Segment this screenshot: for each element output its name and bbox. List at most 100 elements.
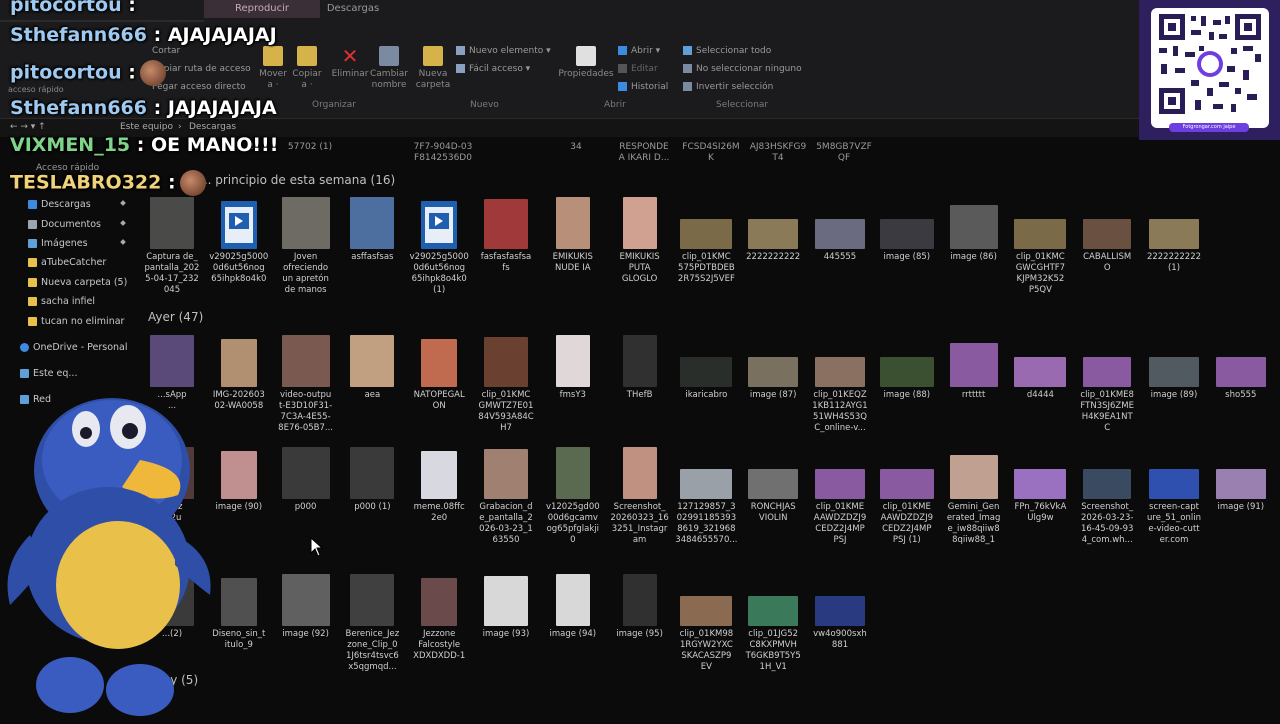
file-item[interactable]: IMG-202603 02-WA0058 bbox=[207, 333, 271, 412]
file-item[interactable]: FPn_76kVkA Ulg9w bbox=[1008, 445, 1072, 524]
file-item[interactable]: image (91) bbox=[1209, 445, 1273, 513]
file-item[interactable]: rrttttt bbox=[942, 333, 1006, 401]
file-item[interactable]: clip_01KMC 575PDTBDEB 2R75S2J5VEF bbox=[674, 195, 738, 285]
file-name: asffasfsas bbox=[351, 252, 394, 262]
file-item[interactable]: image (92) bbox=[274, 572, 338, 640]
file-item[interactable]: Screenshot_ 2026-03-23- 16-45-09-93 4_co… bbox=[1075, 445, 1139, 546]
file-item[interactable]: image (88) bbox=[875, 333, 939, 401]
file-name: clip_01KME8 FTN3SJ6ZME H4K9EA1NT C bbox=[1080, 390, 1134, 433]
breadcrumb-separator: › bbox=[178, 122, 182, 132]
file-item[interactable]: Grabacion_d e_pantalla_2 026-03-23_1 635… bbox=[474, 445, 538, 546]
file-item[interactable]: clip_01KME AAWDZDZJ9 CEDZ2J4MP PSJ (1) bbox=[875, 445, 939, 546]
group-header-semana[interactable]: ... principio de esta semana (16) bbox=[200, 173, 395, 187]
file-item[interactable]: video-outpu t-E3D10F31- 7C3A-4E55- 8E76-… bbox=[274, 333, 338, 434]
select-all-button[interactable]: Seleccionar todo bbox=[683, 45, 771, 57]
copy-to-button[interactable]: Copiar a · bbox=[290, 46, 324, 91]
open-button[interactable]: Abrir ▾ bbox=[618, 45, 660, 57]
file-item[interactable]: Captura de_ pantalla_202 5-04-17_232 045 bbox=[140, 195, 204, 296]
file-thumbnail bbox=[815, 596, 865, 626]
delete-button[interactable]: ✕ Eliminar bbox=[330, 46, 370, 80]
file-item[interactable]: clip_01KME8 FTN3SJ6ZME H4K9EA1NT C bbox=[1075, 333, 1139, 434]
file-item[interactable]: RONCHJAS VIOLIN bbox=[741, 445, 805, 524]
file-item[interactable]: image (90) bbox=[207, 445, 271, 513]
select-none-button[interactable]: No seleccionar ninguno bbox=[683, 63, 802, 75]
invert-selection-button[interactable]: Invertir selección bbox=[683, 81, 773, 93]
file-item[interactable]: 2222222222 bbox=[741, 195, 805, 263]
file-item[interactable]: image (87) bbox=[741, 333, 805, 401]
file-item[interactable]: clip_01KMC GWCGHTF7 KJPM32K52 P5QV bbox=[1008, 195, 1072, 296]
file-item[interactable]: ikaricabro bbox=[674, 333, 738, 401]
file-name: screen-capt ure_51_onlin e-video-cutt er… bbox=[1147, 502, 1201, 545]
file-item[interactable]: 445555 bbox=[808, 195, 872, 263]
new-folder-button[interactable]: Nueva carpeta bbox=[414, 46, 452, 91]
file-item[interactable]: screen-capt ure_51_onlin e-video-cutt er… bbox=[1142, 445, 1206, 546]
file-item[interactable]: image (86) bbox=[942, 195, 1006, 263]
file-item[interactable]: v29025g5000 0d6ut56nog 65ihpk8o4k0 (1) bbox=[407, 195, 471, 296]
edit-button[interactable]: Editar bbox=[618, 63, 658, 75]
file-item[interactable]: fmsY3 bbox=[541, 333, 605, 401]
sidebar-item-descargas[interactable]: Descargas bbox=[28, 199, 91, 210]
file-item[interactable]: aea bbox=[340, 333, 404, 401]
file-item[interactable]: p000 bbox=[274, 445, 338, 513]
file-item[interactable]: 2222222222 (1) bbox=[1142, 195, 1206, 274]
file-item[interactable]: Screenshot_ 20260323_16 3251_Instagr am bbox=[608, 445, 672, 546]
file-item[interactable]: v29025g5000 0d6ut56nog 65ihpk8o4k0 bbox=[207, 195, 271, 285]
tab-reproducir[interactable]: Reproducir bbox=[204, 0, 320, 18]
file-item[interactable]: clip_01KME AAWDZDZJ9 CEDZ2J4MP PSJ bbox=[808, 445, 872, 546]
easy-access-button[interactable]: Fácil acceso ▾ bbox=[456, 63, 530, 75]
file-item[interactable]: fasfasfasfsa fs bbox=[474, 195, 538, 274]
file-item[interactable]: image (94) bbox=[541, 572, 605, 640]
rename-button[interactable]: Cambiar nombre bbox=[370, 46, 408, 91]
edit-icon bbox=[618, 64, 627, 73]
sidebar-item-sacha[interactable]: sacha infiel bbox=[28, 296, 95, 307]
file-item[interactable]: Jezzone Falcostyle XDXDXDD-1 bbox=[407, 572, 471, 662]
file-item[interactable]: Diseno_sin_t itulo_9 bbox=[207, 572, 271, 651]
chat-message: Sthefann666 : JAJAJAJAJA bbox=[10, 97, 277, 119]
file-item[interactable]: image (95) bbox=[608, 572, 672, 640]
file-item[interactable]: clip_01KM98 1RGYW2YXC SKACASZP9 EV bbox=[674, 572, 738, 673]
sidebar-item-imagenes[interactable]: Imágenes bbox=[28, 238, 88, 249]
file-item[interactable]: vw4o900sxh 881 bbox=[808, 572, 872, 651]
file-item[interactable]: Berenice_Jez zone_Clip_0 1J6tsr4tsvc6 x5… bbox=[340, 572, 404, 673]
file-name: ikaricabro bbox=[685, 390, 728, 400]
file-item[interactable]: meme.08ffc 2e0 bbox=[407, 445, 471, 524]
file-item[interactable]: image (85) bbox=[875, 195, 939, 263]
file-item[interactable]: image (89) bbox=[1142, 333, 1206, 401]
file-item[interactable]: v12025gd00 00d6gcamv og65pfglakji 0 bbox=[541, 445, 605, 546]
file-item[interactable]: EMIKUKIS NUDE IA bbox=[541, 195, 605, 274]
pin-icon bbox=[120, 200, 126, 206]
group-header-ayer[interactable]: Ayer (47) bbox=[148, 310, 203, 324]
sidebar-item-onedrive[interactable]: OneDrive - Personal bbox=[20, 342, 128, 353]
file-item[interactable]: EMIKUKIS PUTA GLOGLO bbox=[608, 195, 672, 285]
file-item[interactable]: clip_01KMC GMWTZ7E01 84V593A84C H7 bbox=[474, 333, 538, 434]
header-cell: 34 bbox=[570, 142, 582, 152]
properties-button[interactable]: Propiedades bbox=[558, 46, 614, 80]
file-item[interactable]: THefB bbox=[608, 333, 672, 401]
file-item[interactable]: sho555 bbox=[1209, 333, 1273, 401]
nav-arrows[interactable]: ← → ▾ ↑ bbox=[10, 122, 46, 132]
move-to-button[interactable]: Mover a · bbox=[256, 46, 290, 91]
sidebar-item-tucan[interactable]: tucan no eliminar bbox=[28, 316, 124, 327]
file-item[interactable]: image (93) bbox=[474, 572, 538, 640]
file-item[interactable]: clip_01JG52 C8KXPMVH T6GKB9T5Y5 1H_V1 bbox=[741, 572, 805, 673]
file-item[interactable]: clip_01KEQZ 1KB112AYG1 51WH4S53Q C_onlin… bbox=[808, 333, 872, 434]
history-button[interactable]: Historial bbox=[618, 81, 668, 93]
sidebar-item-documentos[interactable]: Documentos bbox=[28, 219, 101, 230]
file-name: Joven ofreciendo un apretón de manos bbox=[282, 252, 329, 295]
file-item[interactable]: Gemini_Gen erated_Imag e_iw88qiiw8 8qiiw… bbox=[942, 445, 1006, 546]
sidebar-item-atubecatcher[interactable]: aTubeCatcher bbox=[28, 257, 106, 268]
file-item[interactable]: 127129857_3 02991185393 8619_321968 3484… bbox=[674, 445, 738, 546]
file-item[interactable]: asffasfsas bbox=[340, 195, 404, 263]
breadcrumb-descargas[interactable]: Descargas bbox=[189, 122, 236, 132]
file-item[interactable]: p000 (1) bbox=[340, 445, 404, 513]
file-item[interactable]: d4444 bbox=[1008, 333, 1072, 401]
file-item[interactable]: Joven ofreciendo un apretón de manos bbox=[274, 195, 338, 296]
file-name: clip_01KMC 575PDTBDEB 2R75S2J5VEF bbox=[677, 252, 735, 284]
file-item[interactable]: CABALLISM O bbox=[1075, 195, 1139, 274]
new-item-button[interactable]: Nuevo elemento ▾ bbox=[456, 45, 551, 57]
tab-descargas[interactable]: Descargas bbox=[322, 0, 384, 18]
cut-button[interactable]: Cortar bbox=[152, 45, 180, 57]
sidebar-item-nueva-carpeta[interactable]: Nueva carpeta (5) bbox=[28, 277, 127, 288]
file-item[interactable]: NATOPEGAL ON bbox=[407, 333, 471, 412]
breadcrumb-este-equipo[interactable]: Este equipo bbox=[120, 122, 173, 132]
